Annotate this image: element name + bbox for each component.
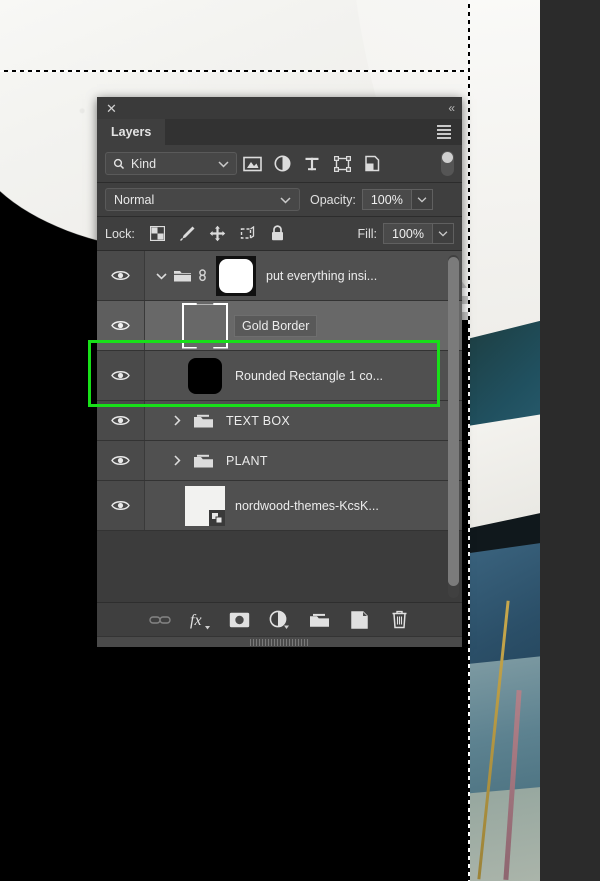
- layer-name-label[interactable]: Rounded Rectangle 1 co...: [235, 369, 383, 383]
- add-layer-style-button[interactable]: fx: [188, 608, 212, 632]
- layer-thumbnail[interactable]: [185, 485, 225, 526]
- tab-layers-label: Layers: [111, 125, 152, 139]
- table-row[interactable]: Gold Border: [97, 301, 462, 351]
- delete-layer-button[interactable]: [388, 608, 412, 632]
- lock-image-pixels-icon[interactable]: [173, 222, 203, 246]
- panel-tab-strip: Layers: [97, 119, 462, 145]
- eye-icon: [111, 501, 130, 510]
- blend-mode-row: Normal Opacity: 100%: [97, 183, 462, 217]
- table-row[interactable]: put everything insi...: [97, 251, 462, 301]
- eye-icon: [111, 416, 130, 425]
- eye-icon: [111, 371, 130, 380]
- layer-visibility-toggle[interactable]: [97, 301, 145, 350]
- folder-closed-icon: [193, 413, 214, 429]
- layers-panel-toolbar: fx: [97, 602, 462, 636]
- layer-name-label[interactable]: nordwood-themes-KcsK...: [235, 499, 379, 513]
- filter-enable-toggle[interactable]: [441, 151, 454, 176]
- table-row[interactable]: PLANT: [97, 441, 462, 481]
- layer-name-label[interactable]: TEXT BOX: [226, 414, 290, 428]
- link-layers-button[interactable]: [148, 608, 172, 632]
- filter-adjustment-layers-icon[interactable]: [267, 150, 297, 178]
- layer-thumbnail[interactable]: [185, 356, 225, 396]
- layer-thumbnail[interactable]: [185, 306, 225, 346]
- layer-filter-row: Kind: [97, 145, 462, 183]
- group-disclosure-expanded-icon[interactable]: [151, 272, 171, 280]
- layer-name-label[interactable]: put everything insi...: [266, 269, 377, 283]
- fill-input[interactable]: 100%: [383, 223, 433, 244]
- panel-resize-grip[interactable]: [97, 636, 462, 647]
- canvas-right-gutter: [540, 0, 600, 881]
- lock-artboard-nesting-icon[interactable]: [233, 222, 263, 246]
- new-adjustment-layer-button[interactable]: [268, 608, 292, 632]
- filter-pixel-layers-icon[interactable]: [237, 150, 267, 178]
- folder-open-icon: [173, 268, 192, 283]
- filter-kind-select[interactable]: Kind: [105, 152, 237, 175]
- blend-mode-select[interactable]: Normal: [105, 188, 300, 211]
- new-group-button[interactable]: [308, 608, 332, 632]
- thumbnail-selection-corners: [182, 303, 228, 349]
- group-disclosure-collapsed-icon[interactable]: [167, 455, 187, 466]
- menu-line: [437, 125, 451, 127]
- table-row[interactable]: nordwood-themes-KcsK...: [97, 481, 462, 531]
- eye-icon: [111, 271, 130, 280]
- opacity-label: Opacity:: [310, 192, 356, 207]
- grip-ridges: [249, 638, 310, 646]
- layer-visibility-toggle[interactable]: [97, 351, 145, 400]
- panel-menu-icon[interactable]: [426, 119, 462, 145]
- tab-layers[interactable]: Layers: [97, 119, 166, 145]
- lock-label: Lock:: [105, 226, 135, 241]
- collage-art-strip: [470, 0, 540, 881]
- chevron-down-icon: [280, 196, 291, 204]
- filter-shape-layers-icon[interactable]: [327, 150, 357, 178]
- layers-panel: ✕ « Layers Kind Normal Opacity: 100% Loc…: [97, 97, 462, 647]
- layer-visibility-toggle[interactable]: [97, 401, 145, 440]
- eye-icon: [111, 456, 130, 465]
- folder-closed-icon: [193, 453, 214, 469]
- selection-marching-ants-top: [0, 70, 470, 72]
- lock-all-icon[interactable]: [263, 222, 293, 246]
- opacity-stepper[interactable]: [411, 189, 433, 210]
- layer-mask-link-icon[interactable]: [197, 267, 208, 284]
- art-band-white-top: [470, 0, 540, 346]
- menu-line: [437, 129, 451, 131]
- layer-visibility-toggle[interactable]: [97, 481, 145, 530]
- layer-name-label[interactable]: PLANT: [226, 454, 268, 468]
- scrollbar-thumb[interactable]: [448, 257, 459, 587]
- smart-object-badge-icon: [209, 509, 225, 526]
- mask-thumbnail-shape: [219, 258, 253, 293]
- filter-kind-label: Kind: [131, 156, 157, 171]
- svg-text:fx: fx: [190, 612, 202, 629]
- table-row[interactable]: Rounded Rectangle 1 co...: [97, 351, 462, 401]
- group-disclosure-collapsed-icon[interactable]: [167, 415, 187, 426]
- black-rounded-rect-shape: [188, 357, 222, 394]
- filter-type-layers-icon[interactable]: [297, 150, 327, 178]
- search-icon: [113, 158, 125, 169]
- menu-line: [437, 137, 451, 139]
- fill-stepper[interactable]: [433, 223, 454, 244]
- layer-visibility-toggle[interactable]: [97, 441, 145, 480]
- blend-mode-value: Normal: [114, 192, 155, 207]
- layer-visibility-toggle[interactable]: [97, 251, 145, 300]
- layer-thumbnail[interactable]: [216, 255, 256, 296]
- panel-titlebar: ✕ «: [97, 97, 462, 119]
- collapse-double-chevron-icon[interactable]: «: [448, 101, 455, 115]
- menu-line: [437, 133, 451, 135]
- filter-smart-object-layers-icon[interactable]: [357, 150, 387, 178]
- lock-transparent-pixels-icon[interactable]: [143, 222, 173, 246]
- layer-name-input[interactable]: Gold Border: [233, 314, 318, 337]
- opacity-input[interactable]: 100%: [361, 189, 412, 210]
- chevron-down-icon: [218, 160, 229, 168]
- layer-list[interactable]: put everything insi... Gold Border Round…: [97, 251, 462, 602]
- close-icon[interactable]: ✕: [106, 102, 117, 115]
- eye-icon: [111, 321, 130, 330]
- table-row[interactable]: TEXT BOX: [97, 401, 462, 441]
- lock-row: Lock: Fill: 100%: [97, 217, 462, 251]
- add-layer-mask-button[interactable]: [228, 608, 252, 632]
- selection-marching-ants-right: [468, 0, 470, 881]
- lock-position-icon[interactable]: [203, 222, 233, 246]
- fill-label: Fill:: [357, 226, 377, 241]
- layer-list-scrollbar[interactable]: [448, 255, 459, 598]
- new-layer-button[interactable]: [348, 608, 372, 632]
